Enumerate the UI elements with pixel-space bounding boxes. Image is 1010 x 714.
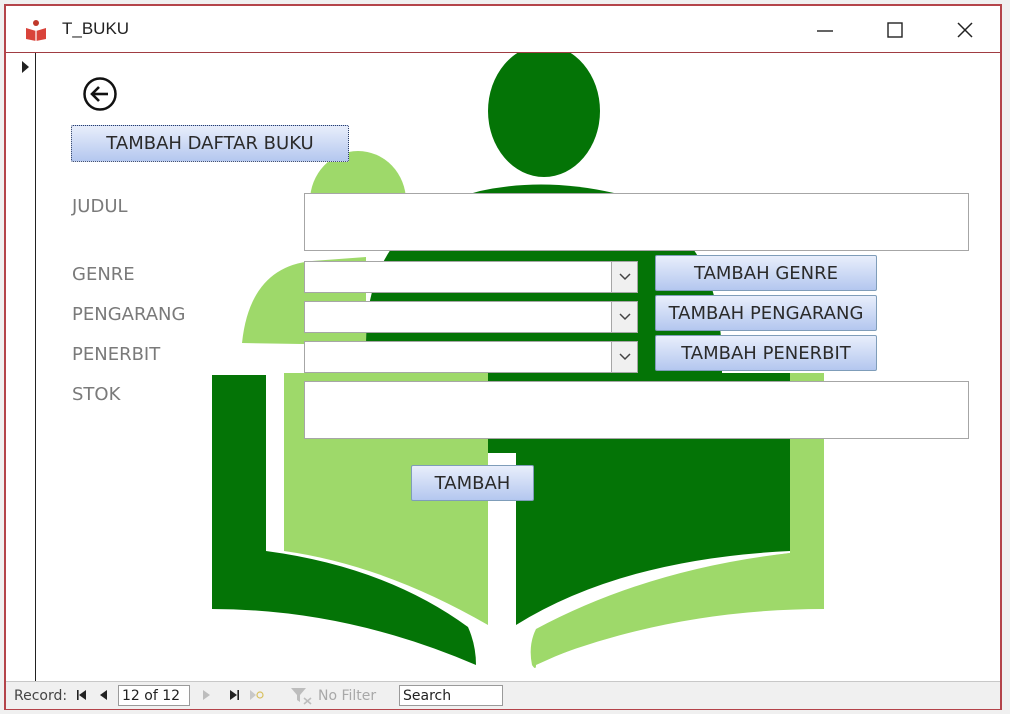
search-input[interactable]: Search bbox=[399, 685, 503, 706]
genre-dropdown-button[interactable] bbox=[611, 262, 637, 292]
judul-label: JUDUL bbox=[72, 196, 128, 217]
tambah-pengarang-button[interactable]: TAMBAH PENGARANG bbox=[655, 295, 877, 331]
pengarang-label: PENGARANG bbox=[72, 304, 186, 325]
chevron-down-icon bbox=[618, 273, 631, 281]
first-record-icon bbox=[77, 690, 86, 700]
previous-record-icon bbox=[100, 690, 107, 700]
genre-label: GENRE bbox=[72, 264, 135, 285]
chevron-down-icon bbox=[618, 353, 631, 361]
stok-label: STOK bbox=[72, 384, 121, 405]
tambah-genre-button[interactable]: TAMBAH GENRE bbox=[655, 255, 877, 291]
form-body: TAMBAH DAFTAR BUKU JUDUL GENRE TAMBAH GE… bbox=[36, 53, 1000, 681]
minimize-icon bbox=[817, 30, 833, 32]
minimize-button[interactable] bbox=[802, 14, 848, 46]
close-window-button[interactable] bbox=[942, 14, 988, 46]
tambah-button[interactable]: TAMBAH bbox=[411, 465, 534, 501]
no-filter-icon bbox=[290, 687, 314, 705]
back-button[interactable] bbox=[81, 75, 119, 113]
last-record-button[interactable] bbox=[226, 687, 242, 703]
next-record-icon bbox=[203, 690, 210, 700]
new-record-icon bbox=[250, 690, 264, 700]
maximize-icon bbox=[887, 22, 903, 38]
penerbit-label: PENERBIT bbox=[72, 344, 161, 365]
form-icon bbox=[24, 19, 48, 41]
title-bar: T_BUKU bbox=[6, 6, 1000, 53]
pengarang-dropdown-button[interactable] bbox=[611, 302, 637, 332]
last-record-icon bbox=[230, 690, 239, 700]
current-record-arrow-icon bbox=[22, 61, 29, 73]
stok-input[interactable] bbox=[304, 381, 969, 439]
chevron-down-icon bbox=[618, 313, 631, 321]
maximize-button[interactable] bbox=[872, 14, 918, 46]
next-record-button[interactable] bbox=[198, 687, 214, 703]
pengarang-combo[interactable] bbox=[304, 301, 638, 333]
penerbit-dropdown-button[interactable] bbox=[611, 342, 637, 372]
close-icon bbox=[957, 22, 973, 38]
tambah-daftar-buku-button[interactable]: TAMBAH DAFTAR BUKU bbox=[71, 125, 349, 162]
record-navigation-bar: Record: 12 of 12 No Filter Search bbox=[6, 681, 1000, 709]
current-record-input[interactable]: 12 of 12 bbox=[118, 685, 190, 706]
first-record-button[interactable] bbox=[74, 687, 90, 703]
previous-record-button[interactable] bbox=[96, 687, 112, 703]
no-filter-label[interactable]: No Filter bbox=[318, 688, 376, 704]
access-form-window: T_BUKU TAMBAH DAFTAR BUKU JUDUL GENRE TA… bbox=[4, 4, 1002, 710]
back-arrow-icon bbox=[83, 77, 117, 111]
penerbit-combo[interactable] bbox=[304, 341, 638, 373]
record-selector[interactable] bbox=[6, 53, 36, 681]
genre-combo[interactable] bbox=[304, 261, 638, 293]
record-label: Record: bbox=[14, 688, 68, 704]
new-record-button[interactable] bbox=[248, 687, 264, 703]
judul-input[interactable] bbox=[304, 193, 969, 251]
tambah-penerbit-button[interactable]: TAMBAH PENERBIT bbox=[655, 335, 877, 371]
window-title: T_BUKU bbox=[62, 19, 130, 38]
